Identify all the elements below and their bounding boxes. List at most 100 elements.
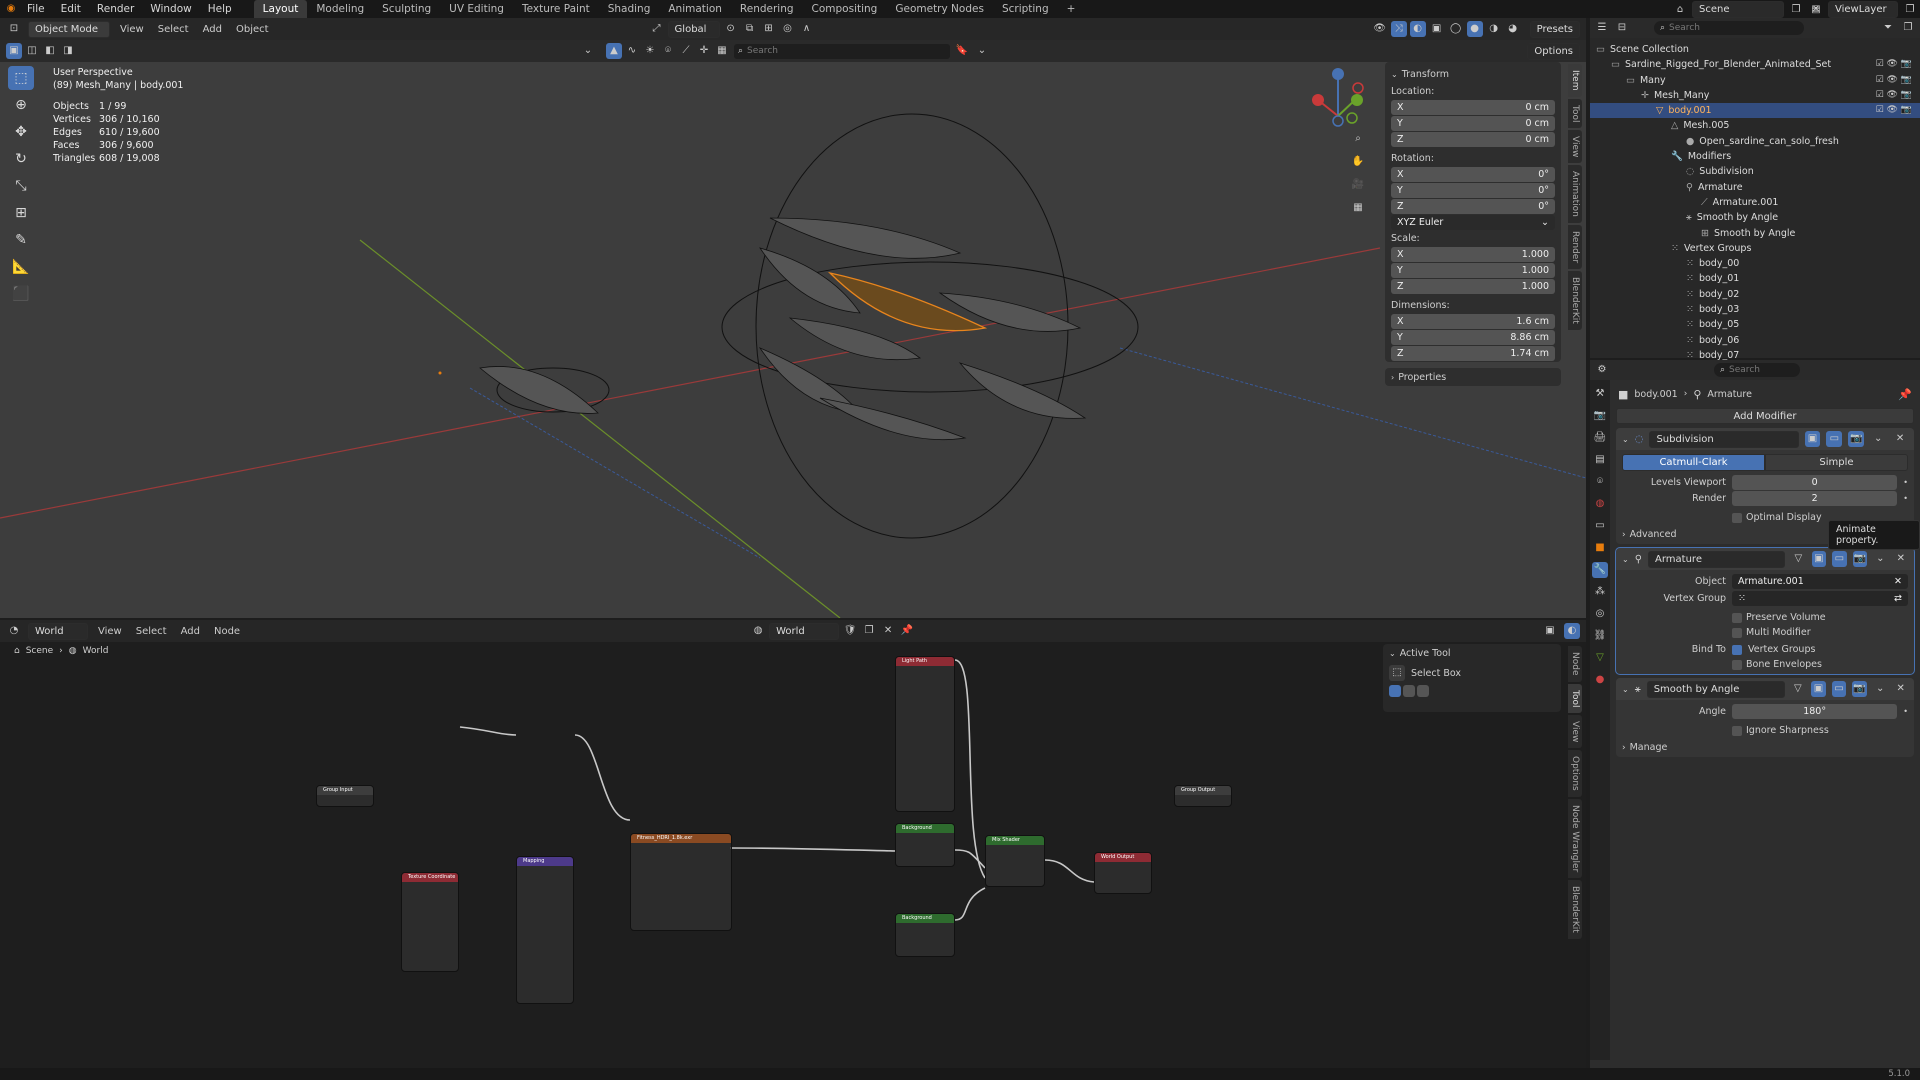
dropdown-icon[interactable]: ⌄ bbox=[1870, 431, 1886, 447]
node-group-input[interactable]: Group Input bbox=[316, 785, 374, 807]
modifier-tab-icon[interactable]: 🔧 bbox=[1592, 562, 1608, 578]
transform-tool-icon[interactable]: ⊞ bbox=[8, 201, 34, 225]
levels-viewport-field[interactable]: 0 bbox=[1732, 475, 1898, 490]
tab-sculpting[interactable]: Sculpting bbox=[373, 0, 440, 18]
tab-node-options[interactable]: Options bbox=[1568, 750, 1582, 798]
node-texture-coordinate[interactable]: Texture Coordinate bbox=[401, 872, 459, 972]
move-tool-icon[interactable]: ✥ bbox=[8, 120, 34, 144]
tab-item[interactable]: Item bbox=[1568, 64, 1582, 97]
tab-compositing[interactable]: Compositing bbox=[803, 0, 887, 18]
scene-tab-icon[interactable]: ⌾ bbox=[1592, 474, 1608, 490]
render-toggle-icon[interactable]: 📷 bbox=[1852, 551, 1868, 567]
viewport-toggle-icon[interactable]: ▭ bbox=[1826, 431, 1843, 447]
tab-tool[interactable]: Tool bbox=[1568, 98, 1582, 128]
select-set-icon[interactable] bbox=[1389, 685, 1401, 697]
close-icon[interactable]: ✕ bbox=[1893, 681, 1908, 697]
constraints-tab-icon[interactable]: ⛓ bbox=[1592, 628, 1608, 644]
pan-hand-icon[interactable]: ✋ bbox=[1350, 154, 1366, 170]
visibility-eye-icon[interactable]: ☑ 👁 📷 bbox=[1876, 103, 1912, 118]
object-tab-icon[interactable]: ■ bbox=[1592, 540, 1608, 556]
filter-icon[interactable]: ⏷ bbox=[1880, 20, 1896, 36]
optimal-display-checkbox[interactable] bbox=[1732, 512, 1742, 523]
tab-geometry-nodes[interactable]: Geometry Nodes bbox=[886, 0, 993, 18]
outliner-row[interactable]: ▭ Scene Collection bbox=[1590, 42, 1920, 57]
render-tab-icon[interactable]: 📷 bbox=[1592, 408, 1608, 424]
outliner-row[interactable]: ⁙ Vertex Groups bbox=[1590, 241, 1920, 256]
dropdown-icon[interactable]: ⌄ bbox=[1873, 681, 1888, 697]
ortho-grid-icon[interactable]: ▦ bbox=[1350, 200, 1366, 216]
view-layer-field[interactable]: ViewLayer bbox=[1828, 1, 1898, 18]
keyframe-dot-icon[interactable]: • bbox=[1903, 494, 1908, 503]
tab-node-view[interactable]: View bbox=[1568, 714, 1582, 749]
add-cube-tool-icon[interactable]: ⬛ bbox=[8, 282, 34, 306]
tab-animation-side[interactable]: Animation bbox=[1568, 165, 1582, 224]
new-scene-icon[interactable]: ❐ bbox=[1788, 2, 1804, 18]
outliner-row[interactable]: ⁙ body_06 bbox=[1590, 333, 1920, 348]
on-cage-icon[interactable]: ▽ bbox=[1791, 551, 1805, 567]
edit-mode-toggle-icon[interactable]: ▣ bbox=[1811, 681, 1826, 697]
shader-node-editor[interactable]: ◔ World View Select Add Node ◍ World 🛡 ❐… bbox=[0, 620, 1586, 1068]
tab-uv-editing[interactable]: UV Editing bbox=[440, 0, 513, 18]
tab-node[interactable]: Node bbox=[1568, 646, 1582, 682]
dropdown-icon[interactable]: ⌄ bbox=[1873, 551, 1887, 567]
tab-node-wrangler[interactable]: Node Wrangler bbox=[1568, 799, 1582, 879]
angle-field[interactable]: 180° bbox=[1732, 704, 1898, 719]
new-collection-icon[interactable]: ❐ bbox=[1900, 20, 1916, 36]
edit-mode-toggle-icon[interactable]: ▣ bbox=[1811, 551, 1827, 567]
new-view-layer-icon[interactable]: ❐ bbox=[1902, 2, 1918, 18]
catmull-clark-button[interactable]: Catmull-Clark bbox=[1622, 454, 1765, 471]
outliner-row[interactable]: 🔧 Modifiers bbox=[1590, 149, 1920, 164]
tab-shading[interactable]: Shading bbox=[599, 0, 660, 18]
select-subtract-icon[interactable] bbox=[1417, 685, 1429, 697]
output-tab-icon[interactable]: 🖨 bbox=[1592, 430, 1608, 446]
blender-logo-icon[interactable]: ◉ bbox=[3, 1, 19, 17]
outliner-row[interactable]: ⁙ body_03 bbox=[1590, 302, 1920, 317]
display-mode-icon[interactable]: ⊟ bbox=[1614, 20, 1630, 36]
menu-window[interactable]: Window bbox=[142, 0, 199, 18]
outliner-search[interactable]: ⌕ Search bbox=[1654, 21, 1804, 35]
render-levels-field[interactable]: 2 bbox=[1732, 491, 1898, 506]
scene-icon[interactable]: ⌂ bbox=[1672, 2, 1688, 18]
tab-render-side[interactable]: Render bbox=[1568, 225, 1582, 270]
menu-file[interactable]: File bbox=[19, 0, 53, 18]
subdivision-header[interactable]: ⌄ ◌ Subdivision ▣ ▭ 📷 ⌄ ✕ bbox=[1616, 428, 1914, 450]
visibility-eye-icon[interactable]: ☑ 👁 📷 bbox=[1876, 88, 1912, 103]
outliner-row[interactable]: ▭ Sardine_Rigged_For_Blender_Animated_Set… bbox=[1590, 57, 1920, 72]
add-workspace-icon[interactable]: + bbox=[1058, 0, 1085, 18]
vertex-group-field[interactable]: ⁙ ⇄ bbox=[1732, 591, 1908, 606]
select-box-row[interactable]: ⬚ Select Box bbox=[1389, 665, 1555, 681]
properties-editor-icon[interactable]: ⚙ bbox=[1594, 362, 1610, 378]
select-extend-icon[interactable] bbox=[1403, 685, 1415, 697]
node-mix-shader[interactable]: Mix Shader bbox=[985, 835, 1045, 887]
ignore-sharpness-checkbox[interactable] bbox=[1732, 725, 1742, 736]
outliner-row[interactable]: ⁙ body_01 bbox=[1590, 271, 1920, 286]
scale-tool-icon[interactable]: ⤡ bbox=[8, 174, 34, 198]
smooth-by-angle-header[interactable]: ⌄ ⚹ Smooth by Angle ▽ ▣ ▭ 📷 ⌄ ✕ bbox=[1616, 678, 1914, 700]
view-layer-tab-icon[interactable]: ▤ bbox=[1592, 452, 1608, 468]
outliner-row[interactable]: ▽ body.001 ☑ 👁 📷 bbox=[1590, 103, 1920, 119]
node-background-2[interactable]: Background bbox=[895, 913, 955, 957]
tab-modeling[interactable]: Modeling bbox=[307, 0, 373, 18]
menu-edit[interactable]: Edit bbox=[53, 0, 89, 18]
rotation-z-field[interactable]: Z 0° bbox=[1391, 199, 1555, 214]
properties-search[interactable]: ⌕ Search bbox=[1714, 363, 1800, 377]
simple-button[interactable]: Simple bbox=[1765, 454, 1908, 471]
scale-z-field[interactable]: Z 1.000 bbox=[1391, 279, 1555, 294]
rotation-x-field[interactable]: X 0° bbox=[1391, 167, 1555, 182]
multi-modifier-checkbox[interactable] bbox=[1732, 627, 1742, 638]
visibility-eye-icon[interactable]: ☑ 👁 📷 bbox=[1876, 57, 1912, 72]
rotate-tool-icon[interactable]: ↻ bbox=[8, 147, 34, 171]
manage-subpanel[interactable]: › Manage bbox=[1622, 742, 1908, 753]
tab-view[interactable]: View bbox=[1568, 129, 1582, 164]
menu-render[interactable]: Render bbox=[89, 0, 142, 18]
outliner-row[interactable]: ⁙ body_02 bbox=[1590, 287, 1920, 302]
viewport-toggle-icon[interactable]: ▭ bbox=[1832, 551, 1847, 567]
bone-envelopes-row[interactable]: Bone Envelopes bbox=[1622, 659, 1908, 670]
ignore-sharpness-row[interactable]: Ignore Sharpness bbox=[1622, 725, 1908, 736]
close-icon[interactable]: ✕ bbox=[1892, 431, 1908, 447]
pin-icon[interactable]: 📌 bbox=[1898, 388, 1912, 401]
tab-scripting[interactable]: Scripting bbox=[993, 0, 1058, 18]
bone-envelopes-checkbox[interactable] bbox=[1732, 659, 1742, 670]
rotation-y-field[interactable]: Y 0° bbox=[1391, 183, 1555, 198]
node-world-output[interactable]: World Output bbox=[1094, 852, 1152, 894]
